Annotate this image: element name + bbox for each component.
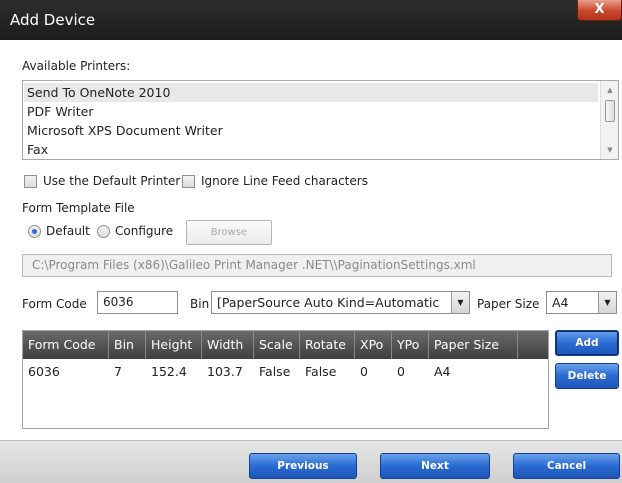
- grid-cell: 103.7: [207, 364, 243, 379]
- column-header-bin[interactable]: Bin: [109, 331, 146, 359]
- use-default-printer-label: Use the Default Printer: [43, 174, 181, 188]
- paper-size-select[interactable]: A4 ▼: [546, 291, 617, 314]
- form-grid[interactable]: Form Code Bin Height Width Scale Rotate …: [22, 330, 549, 429]
- previous-button[interactable]: Previous: [249, 453, 357, 479]
- column-header-height[interactable]: Height: [146, 331, 202, 359]
- printer-list[interactable]: Send To OneNote 2010 PDF Writer Microsof…: [22, 80, 619, 160]
- list-scrollbar[interactable]: ▲ ▼: [600, 81, 618, 159]
- column-header-scale[interactable]: Scale: [254, 331, 300, 359]
- form-template-label: Form Template File: [22, 201, 135, 215]
- radio-configure[interactable]: [97, 225, 110, 238]
- grid-cell: False: [305, 364, 337, 379]
- grid-cell: 6036: [28, 364, 60, 379]
- radio-default[interactable]: [28, 225, 41, 238]
- grid-cell: 0: [397, 364, 405, 379]
- bin-label: Bin: [190, 297, 210, 311]
- use-default-printer-checkbox[interactable]: [24, 175, 37, 188]
- form-code-input[interactable]: 6036: [97, 291, 178, 314]
- close-button[interactable]: X: [577, 0, 622, 21]
- list-item[interactable]: PDF Writer: [27, 102, 93, 121]
- chevron-down-icon[interactable]: ▼: [598, 292, 616, 313]
- column-header-ypo[interactable]: YPo: [392, 331, 429, 359]
- grid-cell: 152.4: [151, 364, 187, 379]
- title-bar: Add Device: [0, 0, 622, 40]
- chevron-down-icon[interactable]: ▼: [451, 292, 469, 313]
- grid-cell: A4: [434, 364, 451, 379]
- column-header-rotate[interactable]: Rotate: [300, 331, 355, 359]
- column-header-paper-size[interactable]: Paper Size: [429, 331, 518, 359]
- close-icon: X: [594, 2, 605, 17]
- grid-cell: 7: [114, 364, 122, 379]
- paper-size-label: Paper Size: [477, 297, 540, 311]
- add-button[interactable]: Add: [555, 330, 619, 356]
- cancel-button[interactable]: Cancel: [513, 453, 620, 479]
- bin-select[interactable]: [PaperSource Auto Kind=Automatic ▼: [211, 291, 470, 314]
- chevron-down-icon[interactable]: ▼: [601, 143, 618, 157]
- list-item[interactable]: Microsoft XPS Document Writer: [27, 121, 223, 140]
- paper-size-select-value: A4: [552, 295, 569, 310]
- window-title: Add Device: [10, 11, 96, 29]
- grid-cell: 0: [360, 364, 368, 379]
- list-item[interactable]: Fax: [27, 140, 48, 159]
- delete-button[interactable]: Delete: [555, 363, 619, 389]
- form-code-label: Form Code: [22, 297, 87, 311]
- browse-button[interactable]: Browse: [186, 220, 272, 245]
- column-header-width[interactable]: Width: [202, 331, 254, 359]
- next-button[interactable]: Next: [380, 453, 490, 479]
- ignore-line-feed-checkbox[interactable]: [182, 175, 195, 188]
- grid-header: Form Code Bin Height Width Scale Rotate …: [23, 331, 548, 359]
- radio-configure-label: Configure: [115, 224, 174, 238]
- bin-select-value: [PaperSource Auto Kind=Automatic: [217, 295, 440, 310]
- radio-default-label: Default: [46, 224, 90, 238]
- list-item[interactable]: Send To OneNote 2010: [24, 83, 598, 102]
- available-printers-label: Available Printers:: [22, 59, 131, 73]
- column-header-form-code[interactable]: Form Code: [23, 331, 109, 359]
- chevron-up-icon[interactable]: ▲: [601, 83, 618, 97]
- scrollbar-thumb[interactable]: [605, 100, 615, 122]
- grid-cell: False: [259, 364, 291, 379]
- column-header-xpo[interactable]: XPo: [355, 331, 392, 359]
- template-path-field[interactable]: C:\Program Files (x86)\Galileo Print Man…: [22, 254, 612, 277]
- ignore-line-feed-label: Ignore Line Feed characters: [201, 174, 368, 188]
